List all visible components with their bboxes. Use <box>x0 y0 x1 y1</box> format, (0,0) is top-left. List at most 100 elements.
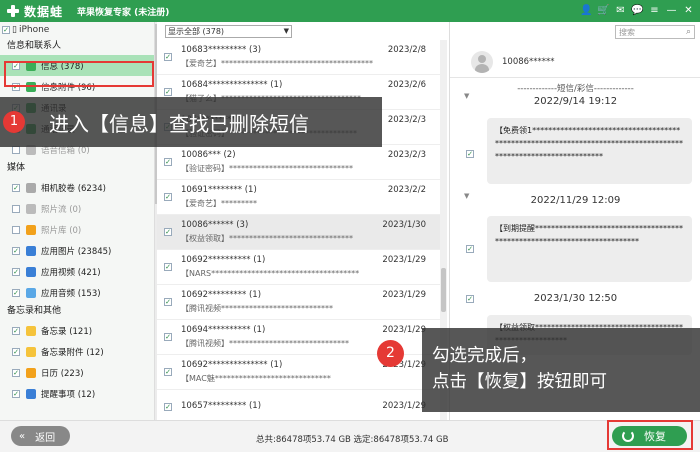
gift-icon[interactable]: ✉ <box>613 3 628 19</box>
message-preview: 【爱奇艺】********* <box>181 199 257 208</box>
sidebar-item-label: 备忘录附件 (12) <box>41 347 104 358</box>
menu-icon[interactable]: ≡ <box>647 3 662 19</box>
message-row-header: 10683********* (3) 2023/2/8 <box>181 45 426 55</box>
sidebar-item[interactable]: ✓ 备忘录附件 (12) <box>0 341 154 362</box>
sidebar-item[interactable]: ✓ 日历 (223) <box>0 362 154 383</box>
search-icon[interactable]: ⌕ <box>686 27 691 37</box>
message-row[interactable]: ✓ 10691******** (1) 2023/2/2 【爱奇艺】********* <box>157 180 447 215</box>
sidebar-item[interactable]: 照片库 (0) <box>0 219 154 240</box>
sidebar-item[interactable]: ✓ 应用图片 (23845) <box>0 240 154 261</box>
sidebar-section-header: 媒体 <box>7 163 26 173</box>
message-row-header: 10692********* (1) 2023/1/29 <box>181 290 426 300</box>
chat-icon[interactable]: 💬 <box>630 3 645 19</box>
sidebar-item[interactable]: 照片流 (0) <box>0 198 154 219</box>
message-row-body: 10691******** (1) 2023/2/2 【爱奇艺】********* <box>181 185 426 209</box>
message-date: 2023/1/30 <box>382 220 426 230</box>
message-row[interactable]: ✓ 10692********* (1) 2023/1/29 【腾讯视频*******… <box>157 285 447 320</box>
sidebar-item[interactable]: ✓ 应用视频 (421) <box>0 261 154 282</box>
back-button[interactable]: « 返回 <box>11 426 70 446</box>
message-row-header: 10086*** (2) 2023/2/3 <box>181 150 426 160</box>
minimize-icon[interactable]: — <box>664 3 679 19</box>
sidebar-item-checkbox[interactable]: ✓ <box>12 347 20 356</box>
sidebar-item-label: 提醒事项 (12) <box>41 389 96 400</box>
message-row[interactable]: ✓ 10683********* (3) 2023/2/8 【爱奇艺】********… <box>157 40 447 75</box>
message-row-checkbox[interactable]: ✓ <box>164 333 172 341</box>
title-bar: 数据蛙 苹果恢复专家 (未注册) 👤 🛒 ✉ 💬 ≡ — ✕ <box>0 0 700 22</box>
message-row-checkbox[interactable]: ✓ <box>164 88 172 96</box>
footer-bar: « 返回 总共:86478项53.74 GB 选定:86478项53.74 GB… <box>0 420 700 452</box>
message-row[interactable]: ✓ 10086*** (2) 2023/2/3 【验证密码】*************… <box>157 145 447 180</box>
message-date: 2023/2/3 <box>387 115 426 125</box>
sidebar-item-checkbox[interactable]: ✓ <box>12 389 20 398</box>
message-row[interactable]: ✓ 10692********** (1) 2023/1/29 【NARS******… <box>157 250 447 285</box>
message-date: 2023/2/8 <box>387 45 426 55</box>
message-sender: 10086****** (3) <box>181 220 249 230</box>
sidebar-item-checkbox[interactable]: ✓ <box>12 246 20 255</box>
window-controls: 👤 🛒 ✉ 💬 ≡ — ✕ <box>579 3 696 19</box>
message-row-body: 10692********** (1) 2023/1/29 【NARS*******… <box>181 255 426 279</box>
totals-status: 总共:86478项53.74 GB 选定:86478项53.74 GB <box>256 435 449 445</box>
search-input[interactable]: 搜索 ⌕ <box>615 25 695 39</box>
message-row-checkbox[interactable]: ✓ <box>164 368 172 376</box>
app-title: 苹果恢复专家 (未注册) <box>77 7 170 18</box>
message-row-checkbox[interactable]: ✓ <box>164 263 172 271</box>
message-sender: 10657********* (1) <box>181 400 262 411</box>
sms-divider: -------------短信/彩信------------- <box>517 84 634 94</box>
message-row-checkbox[interactable]: ✓ <box>164 53 172 61</box>
sidebar-item[interactable]: ✓ 备忘录 (121) <box>0 320 154 341</box>
message-date: 2023/1/29 <box>382 325 426 335</box>
step2-text: 勾选完成后， 点击【恢复】按钮即可 <box>432 343 607 395</box>
conversation-date: 2022/11/29 12:09 <box>530 195 621 206</box>
conversation-date: 2023/1/30 12:50 <box>533 293 618 304</box>
sidebar-item[interactable]: ✓ 提醒事项 (12) <box>0 383 154 404</box>
message-list-scrollbar-thumb[interactable] <box>441 268 446 312</box>
avatar <box>471 50 493 73</box>
double-chevron-left-icon: « <box>19 430 26 442</box>
message-row[interactable]: ✓ 10692************** (1) 2023/1/29 【MAC魅**… <box>157 355 447 390</box>
sidebar-item-checkbox[interactable]: ✓ <box>12 183 20 192</box>
device-checkbox[interactable]: ✓ <box>2 26 10 34</box>
message-checkbox[interactable]: ✓ <box>466 295 474 303</box>
device-row[interactable]: ✓ ▯ iPhone <box>0 22 154 38</box>
message-sender: 10692********** (1) <box>181 255 266 265</box>
close-icon[interactable]: ✕ <box>681 3 696 19</box>
cart-icon[interactable]: 🛒 <box>596 3 611 19</box>
chevron-down-icon: ▼ <box>283 27 289 35</box>
message-row[interactable]: ✓ 10086****** (3) 2023/1/30 【权益领取】*********… <box>157 215 447 250</box>
sidebar-item-label: 照片库 (0) <box>41 225 82 236</box>
message-row-body: 10692********* (1) 2023/1/29 【腾讯视频********… <box>181 290 426 314</box>
step2-line1: 勾选完成后， <box>432 346 537 366</box>
step2-line2: 点击【恢复】按钮即可 <box>432 372 607 392</box>
sidebar-item-checkbox[interactable]: ✓ <box>12 288 20 297</box>
sidebar-item-checkbox[interactable]: ✓ <box>12 326 20 335</box>
sidebar-item[interactable]: ✓ 应用音频 (153) <box>0 282 154 303</box>
message-sender: 10683********* (3) <box>181 45 262 55</box>
sidebar-item-checkbox[interactable]: ✓ <box>12 368 20 377</box>
filter-select[interactable]: 显示全部 (378) ▼ <box>165 24 292 38</box>
step2-overlay: 勾选完成后， 点击【恢复】按钮即可 <box>422 328 700 412</box>
message-preview: 【NARS***********************************… <box>181 269 360 278</box>
sidebar-item-checkbox[interactable] <box>12 204 20 213</box>
sidebar-item[interactable]: ✓ 相机胶卷 (6234) <box>0 177 154 198</box>
message-bubble: 【到期提醒***********************************… <box>487 216 692 282</box>
message-date: 2023/1/29 <box>382 255 426 265</box>
message-row-checkbox[interactable]: ✓ <box>164 193 172 201</box>
sidebar-section-header: 备忘录和其他 <box>7 306 62 316</box>
message-checkbox[interactable]: ✓ <box>466 245 474 253</box>
app-photos-icon <box>26 245 36 256</box>
message-row-header: 10694********** (1) 2023/1/29 <box>181 325 426 335</box>
sidebar-item-checkbox[interactable] <box>12 225 20 234</box>
message-row-checkbox[interactable]: ✓ <box>164 298 172 306</box>
sidebar-item-checkbox[interactable]: ✓ <box>12 267 20 276</box>
message-row-header: 10657********* (1) 2023/1/29 <box>181 401 426 411</box>
message-row-body: 10683********* (3) 2023/2/8 【爱奇艺】*********… <box>181 45 426 69</box>
user-icon[interactable]: 👤 <box>579 3 594 19</box>
message-row-checkbox[interactable]: ✓ <box>164 228 172 236</box>
message-list-panel: 显示全部 (378) ▼ ✓ 10683********* (3) 2023/2/8… <box>157 22 447 425</box>
message-row-checkbox[interactable]: ✓ <box>164 403 172 411</box>
message-row-checkbox[interactable]: ✓ <box>164 158 172 166</box>
message-row-header: 10684************** (1) 2023/2/6 <box>181 80 426 90</box>
message-checkbox[interactable]: ✓ <box>466 150 474 158</box>
message-preview: 【MAC魅***************************** <box>181 374 331 383</box>
message-bubble: 【免费领1***********************************… <box>487 118 692 184</box>
